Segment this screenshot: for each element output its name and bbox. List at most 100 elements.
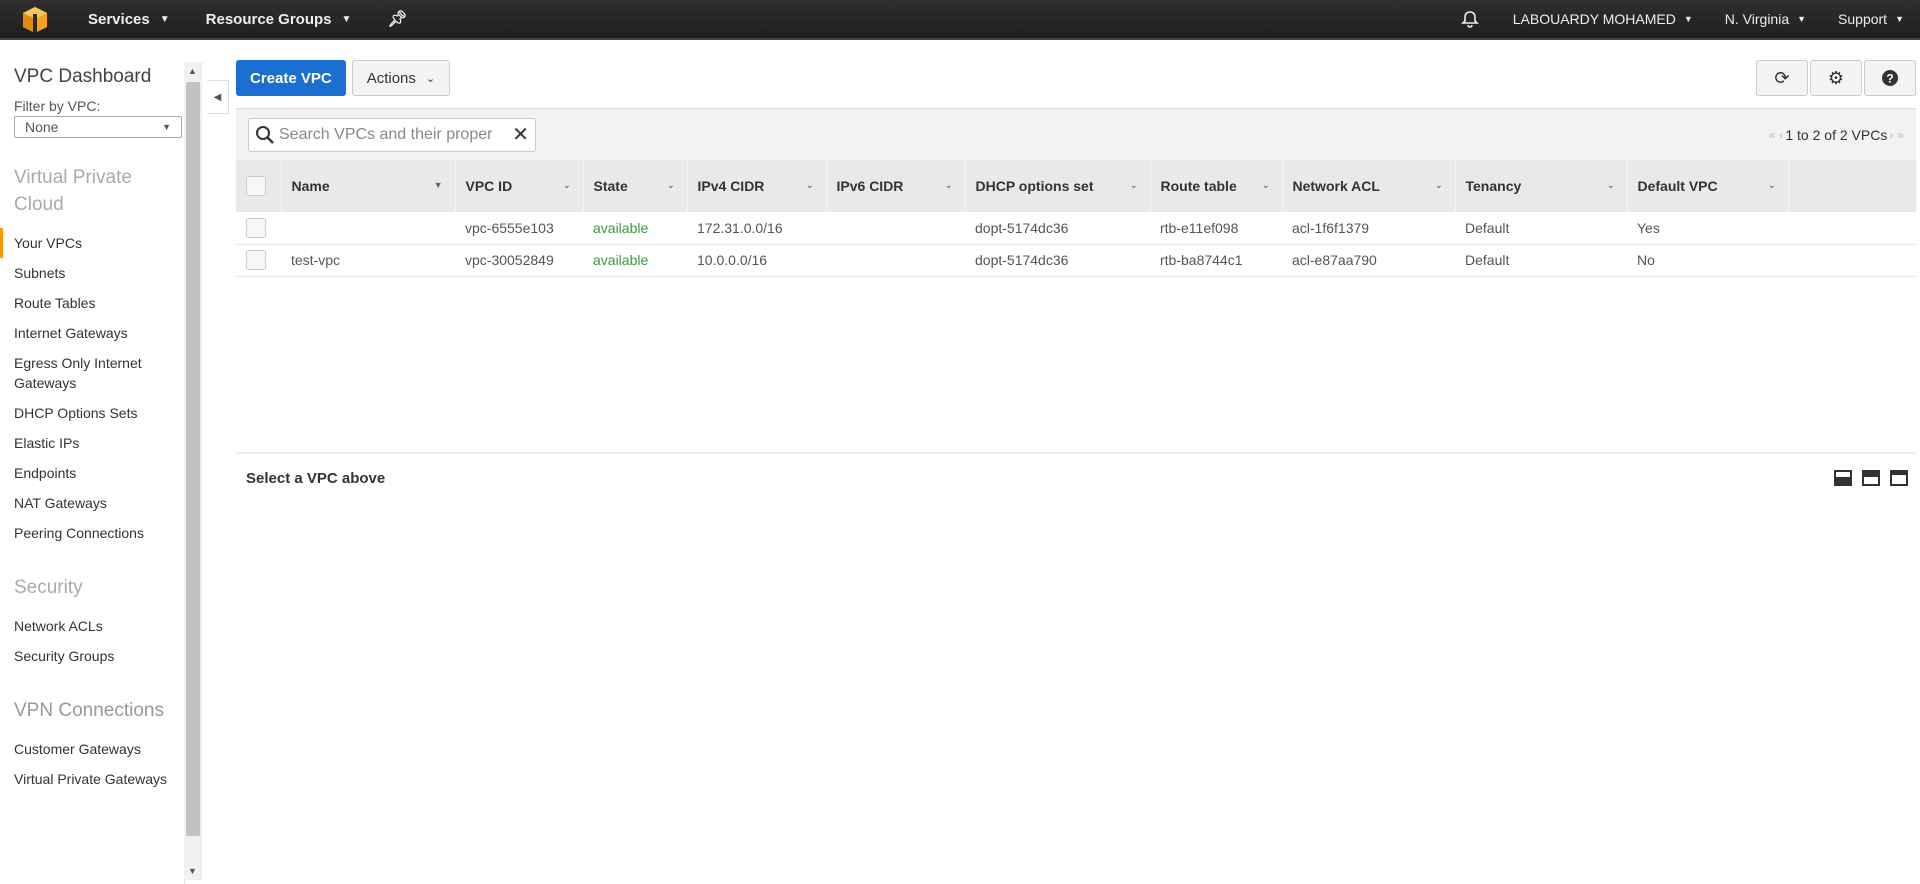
region-menu[interactable]: N. Virginia ▼ [1709, 0, 1822, 39]
gear-icon[interactable]: ⚙︎ [1810, 60, 1862, 96]
sidebar: VPC Dashboard Filter by VPC: None ▼ Virt… [0, 62, 185, 884]
scroll-up-icon[interactable]: ▲ [188, 66, 197, 76]
sidebar-item-security-groups[interactable]: Security Groups [14, 641, 180, 671]
section-heading-vpc: Virtual Private Cloud [14, 167, 132, 215]
sidebar-item-endpoints[interactable]: Endpoints [14, 458, 180, 488]
column-label: State [593, 178, 628, 194]
cell-ipv6-cidr [826, 212, 965, 245]
row-checkbox-cell [236, 244, 281, 277]
sort-caret-icon: ⌄ [1606, 180, 1615, 190]
column-label: Route table [1160, 178, 1237, 194]
sidebar-item-customer-gateways[interactable]: Customer Gateways [14, 734, 180, 764]
column-header-dhcp-options[interactable]: DHCP options set ⌄ [965, 160, 1151, 212]
column-header-ipv6-cidr[interactable]: IPv6 CIDR ⌄ [826, 160, 966, 212]
table-row[interactable]: test-vpc vpc-30052849 available 10.0.0.0… [236, 244, 1916, 277]
sidebar-item-elastic-ips[interactable]: Elastic IPs [14, 428, 180, 458]
scrollbar-thumb[interactable] [186, 82, 200, 836]
sidebar-scrollbar[interactable]: ▲ ▼ [184, 62, 202, 880]
cell-route-table: rtb-e11ef098 [1150, 212, 1282, 245]
caret-down-icon: ▼ [1683, 14, 1693, 24]
cell-name[interactable]: test-vpc [281, 244, 455, 277]
column-label: Default VPC [1637, 178, 1718, 194]
column-header-empty [1788, 160, 1917, 212]
sort-caret-icon: ▼ [433, 180, 443, 190]
chevron-down-icon: ⌄ [425, 72, 436, 85]
column-header-tenancy[interactable]: Tenancy ⌄ [1455, 160, 1628, 212]
sidebar-item-your-vpcs[interactable]: Your VPCs [0, 228, 180, 258]
sidebar-item-subnets[interactable]: Subnets [14, 258, 180, 288]
caret-down-icon: ▼ [1797, 14, 1807, 24]
toolbar: Create VPC Actions ⌄ ⟳ ⚙︎ ? [236, 58, 1916, 98]
toolbar-icon-group: ⟳ ⚙︎ ? [1754, 60, 1916, 96]
sidebar-item-internet-gateways[interactable]: Internet Gateways [14, 318, 180, 348]
cell-ipv4-cidr: 172.31.0.0/16 [687, 212, 826, 245]
cell-tenancy: Default [1455, 244, 1627, 277]
refresh-icon[interactable]: ⟳ [1756, 60, 1808, 96]
layout-bottom-icon[interactable] [1834, 470, 1852, 486]
prev-page-icon[interactable]: ‹ [1779, 128, 1783, 142]
column-header-default-vpc[interactable]: Default VPC ⌄ [1627, 160, 1789, 212]
cell-name[interactable] [281, 212, 455, 245]
main-content: Create VPC Actions ⌄ ⟳ ⚙︎ ? ✕ « ‹ 1 to 2… [236, 58, 1917, 277]
support-menu[interactable]: Support ▼ [1822, 0, 1920, 39]
layout-top-icon[interactable] [1890, 470, 1908, 486]
caret-down-icon: ▼ [162, 122, 171, 132]
last-page-icon[interactable]: » [1897, 128, 1904, 142]
vpc-filter-select[interactable]: None ▼ [14, 116, 182, 138]
column-header-vpc-id[interactable]: VPC ID ⌄ [455, 160, 584, 212]
bell-icon[interactable] [1443, 0, 1497, 39]
layout-split-icon[interactable] [1862, 470, 1880, 486]
help-icon[interactable]: ? [1864, 60, 1916, 96]
detail-pane-header: Select a VPC above [236, 452, 1916, 502]
resource-groups-menu[interactable]: Resource Groups ▼ [188, 0, 370, 39]
sidebar-item-dhcp-options-sets[interactable]: DHCP Options Sets [14, 398, 180, 428]
clear-search-icon[interactable]: ✕ [512, 122, 529, 147]
sort-caret-icon: ⌄ [1767, 180, 1776, 190]
column-label: IPv6 CIDR [836, 178, 904, 194]
pagination: « ‹ 1 to 2 of 2 VPCs › » [1767, 127, 1906, 143]
row-checkbox-cell [236, 212, 281, 245]
cell-dhcp-options: dopt-5174dc36 [965, 244, 1150, 277]
scroll-down-icon[interactable]: ▼ [188, 866, 197, 876]
column-header-route-table[interactable]: Route table ⌄ [1150, 160, 1283, 212]
row-checkbox[interactable] [246, 250, 266, 270]
actions-button[interactable]: Actions ⌄ [351, 60, 451, 96]
column-header-name[interactable]: Name ▼ [281, 160, 456, 212]
column-header-state[interactable]: State ⌄ [583, 160, 688, 212]
sidebar-item-nat-gateways[interactable]: NAT Gateways [14, 488, 180, 518]
search-input[interactable] [279, 125, 513, 144]
sidebar-item-peering-connections[interactable]: Peering Connections [14, 518, 180, 548]
support-label: Support [1838, 11, 1888, 27]
sort-caret-icon: ⌄ [1434, 180, 1443, 190]
cell-vpc-id: vpc-6555e103 [455, 212, 583, 245]
sidebar-title[interactable]: VPC Dashboard [14, 66, 180, 88]
cell-state: available [583, 212, 687, 245]
next-page-icon[interactable]: › [1889, 128, 1893, 142]
column-header-ipv4-cidr[interactable]: IPv4 CIDR ⌄ [687, 160, 827, 212]
sort-caret-icon: ⌄ [1261, 180, 1270, 190]
create-vpc-button[interactable]: Create VPC [236, 60, 346, 96]
services-menu[interactable]: Services ▼ [70, 0, 188, 39]
column-label: VPC ID [465, 178, 513, 194]
pin-icon[interactable]: 📌︎ [369, 0, 425, 39]
row-checkbox[interactable] [246, 217, 266, 238]
select-all-checkbox[interactable] [246, 176, 266, 196]
layout-toggle-group [1824, 470, 1908, 486]
table-row[interactable]: vpc-6555e103 available 172.31.0.0/16 dop… [236, 212, 1916, 245]
column-header-network-acl[interactable]: Network ACL ⌄ [1282, 160, 1456, 212]
pagination-text: 1 to 2 of 2 VPCs [1785, 126, 1888, 143]
aws-logo-icon[interactable] [0, 0, 70, 39]
cell-empty [1788, 244, 1916, 277]
sidebar-item-network-acls[interactable]: Network ACLs [14, 611, 180, 641]
collapse-sidebar-button[interactable]: ◀ [207, 80, 229, 114]
sidebar-item-route-tables[interactable]: Route Tables [14, 288, 180, 318]
first-page-icon[interactable]: « [1769, 128, 1776, 142]
user-menu[interactable]: LABOUARDY MOHAMED ▼ [1497, 0, 1709, 39]
sidebar-item-egress-only-gateways[interactable]: Egress Only Internet Gateways [14, 348, 180, 398]
sidebar-item-virtual-private-gateways[interactable]: Virtual Private Gateways [14, 764, 180, 794]
section-heading-security: Security [14, 577, 83, 598]
nav-right-group: LABOUARDY MOHAMED ▼ N. Virginia ▼ Suppor… [1443, 0, 1920, 39]
section-heading-vpn: VPN Connections [14, 700, 164, 721]
search-box: ✕ [248, 117, 536, 152]
svg-text:?: ? [1886, 72, 1893, 86]
